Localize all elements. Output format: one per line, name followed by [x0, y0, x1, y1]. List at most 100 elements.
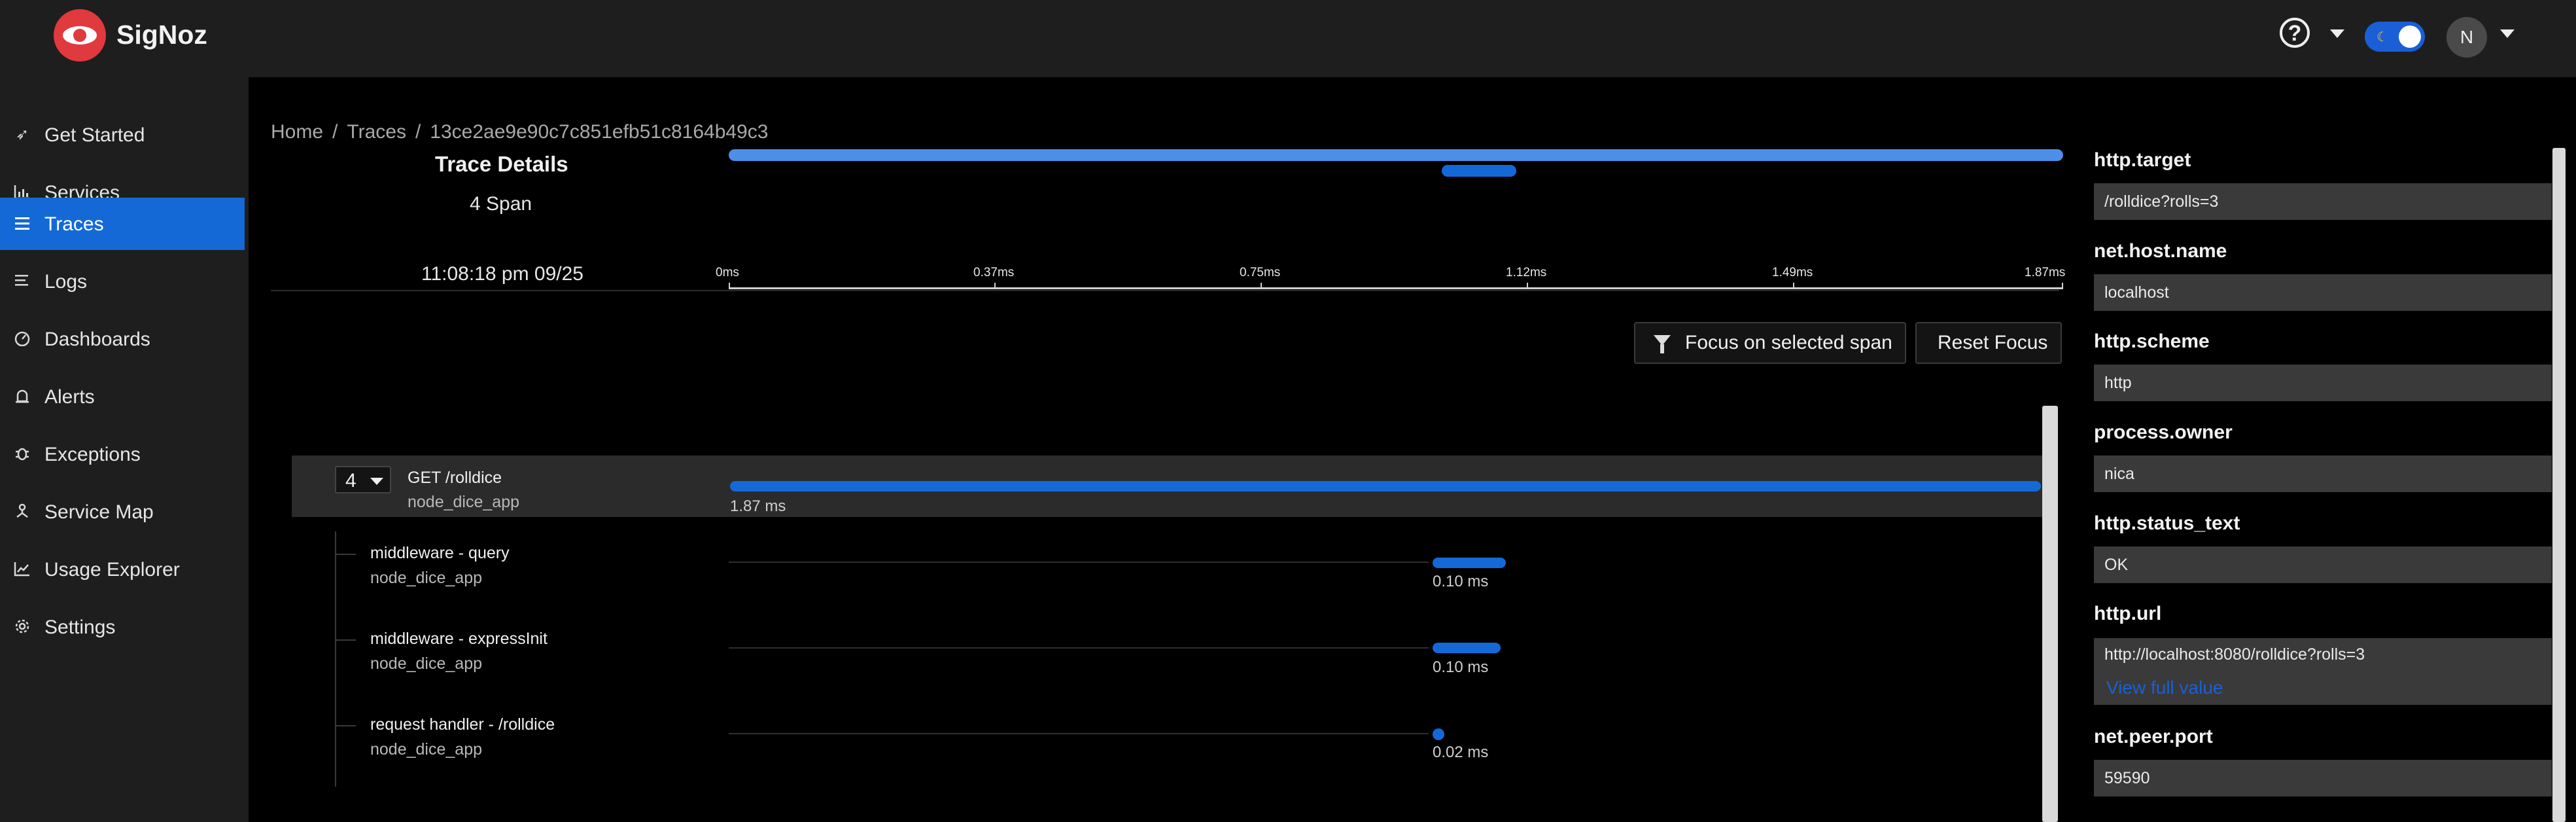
span-name[interactable]: middleware - query — [370, 544, 510, 563]
span-bar[interactable] — [1433, 643, 1501, 653]
attribute-key: net.host.name — [2094, 240, 2227, 262]
span-track — [729, 733, 1429, 734]
brand-name[interactable]: SigNoz — [116, 20, 207, 50]
span-duration: 0.10 ms — [1433, 658, 1489, 676]
attribute-value: nica — [2094, 456, 2552, 492]
span-duration: 1.87 ms — [730, 497, 786, 515]
dashboard-icon — [13, 331, 31, 348]
chevron-down-icon — [370, 478, 383, 485]
span-name: GET /rolldice — [408, 469, 502, 487]
span-bar-root[interactable] — [730, 481, 2041, 491]
bug-icon — [13, 446, 31, 463]
attribute-key: http.target — [2094, 149, 2191, 171]
attribute-key: http.status_text — [2094, 512, 2240, 534]
axis-tick — [2062, 283, 2063, 289]
axis-tick-label: 0ms — [716, 266, 739, 279]
page-title: Trace Details — [435, 152, 568, 176]
help-dropdown-chevron-icon[interactable] — [2330, 29, 2344, 38]
span-service: node_dice_app — [408, 493, 519, 511]
axis-tick — [1527, 283, 1528, 289]
span-name[interactable]: middleware - expressInit — [370, 630, 548, 649]
span-track — [729, 562, 1429, 563]
axis-tick-label: 0.37ms — [973, 266, 1015, 279]
span-count: 4 Span — [470, 193, 532, 215]
span-children-count-select[interactable]: 4 — [335, 466, 391, 493]
span-service: node_dice_app — [370, 569, 482, 587]
dark-mode-toggle[interactable]: ☾ — [2365, 22, 2425, 52]
sidebar: ➶ Get Started Services Traces Logs Dashb… — [0, 77, 249, 822]
sidebar-item-alerts[interactable]: Alerts — [0, 370, 245, 423]
axis-tick — [1793, 283, 1794, 289]
list-icon — [13, 273, 31, 290]
attribute-key: net.peer.port — [2094, 726, 2213, 747]
signoz-logo-icon[interactable] — [54, 9, 106, 62]
sidebar-item-exceptions[interactable]: Exceptions — [0, 428, 245, 480]
sidebar-item-label: Exceptions — [44, 444, 141, 465]
sidebar-item-label: Service Map — [44, 501, 154, 523]
sidebar-item-traces[interactable]: Traces — [0, 198, 245, 250]
gear-icon — [13, 618, 31, 635]
sidebar-item-label: Logs — [44, 271, 88, 293]
sidebar-item-get-started[interactable]: ➶ Get Started — [0, 109, 245, 161]
trace-start-time: 11:08:18 pm 09/25 — [421, 263, 583, 285]
tree-connector — [336, 554, 356, 555]
attribute-value: http — [2094, 365, 2552, 401]
sidebar-item-label: Traces — [44, 213, 104, 235]
alarm-icon — [13, 388, 31, 405]
rocket-icon: ➶ — [15, 126, 29, 143]
user-dropdown-chevron-icon[interactable] — [2500, 29, 2515, 38]
span-track — [729, 647, 1429, 649]
top-bar: SigNoz ? ☾ N — [0, 0, 2576, 77]
span-name[interactable]: request handler - /rolldice — [370, 715, 555, 734]
attribute-value: localhost — [2094, 274, 2552, 311]
focus-selected-span-button[interactable]: Focus on selected span — [1634, 322, 1906, 364]
avatar[interactable]: N — [2446, 17, 2487, 58]
span-duration: 0.02 ms — [1433, 743, 1489, 761]
sidebar-item-service-map[interactable]: Service Map — [0, 486, 245, 538]
sidebar-item-logs[interactable]: Logs — [0, 255, 245, 308]
axis-tick-label: 1.12ms — [1506, 266, 1547, 279]
span-bar[interactable] — [1433, 558, 1506, 568]
breadcrumb-traces[interactable]: Traces — [347, 121, 406, 143]
axis-tick — [1261, 283, 1262, 289]
reset-focus-button[interactable]: Reset Focus — [1915, 322, 2062, 364]
attribute-key: http.scheme — [2094, 331, 2210, 352]
reset-button-label: Reset Focus — [1938, 332, 2048, 353]
tree-connector — [335, 531, 336, 787]
axis-tick — [729, 283, 730, 289]
attribute-value: 59590 — [2094, 760, 2552, 796]
timeline-axis — [729, 287, 2063, 289]
sidebar-item-label: Settings — [44, 616, 116, 638]
sidebar-item-usage-explorer[interactable]: Usage Explorer — [0, 543, 245, 596]
span-service: node_dice_app — [370, 654, 482, 673]
attribute-key: process.owner — [2094, 421, 2233, 443]
question-circle-icon[interactable]: ? — [2280, 18, 2310, 48]
tree-connector — [336, 725, 356, 726]
attribute-value: /rolldice?rolls=3 — [2094, 183, 2552, 220]
attributes-scrollbar[interactable] — [2552, 148, 2566, 822]
moon-icon: ☾ — [2376, 30, 2388, 45]
axis-tick-label: 0.75ms — [1240, 266, 1281, 279]
sidebar-item-dashboards[interactable]: Dashboards — [0, 313, 245, 365]
sidebar-item-label: Usage Explorer — [44, 559, 180, 581]
mini-timeline-child-bar — [1442, 165, 1516, 177]
axis-tick — [994, 283, 996, 289]
sidebar-item-label: Dashboards — [44, 329, 150, 350]
focus-button-label: Focus on selected span — [1685, 332, 1892, 353]
sidebar-item-settings[interactable]: Settings — [0, 601, 245, 653]
filter-icon — [1654, 335, 1671, 353]
breadcrumb: Home / Traces/13ce2ae9e90c7c851efb51c8164b… — [271, 121, 769, 143]
tree-connector — [336, 639, 356, 641]
sidebar-item-label: Alerts — [44, 386, 95, 408]
axis-tick-label: 1.49ms — [1772, 266, 1813, 279]
attribute-key: http.url — [2094, 603, 2162, 624]
tree-scrollbar[interactable] — [2042, 406, 2058, 822]
span-duration: 0.10 ms — [1433, 573, 1489, 590]
deployment-icon — [13, 503, 31, 520]
breadcrumb-trace-id: 13ce2ae9e90c7c851efb51c8164b49c3 — [430, 121, 769, 143]
sidebar-item-label: Get Started — [44, 124, 145, 146]
breadcrumb-home[interactable]: Home — [271, 121, 323, 143]
menu-icon — [13, 215, 31, 232]
view-full-value-link[interactable]: View full value — [2106, 677, 2223, 698]
span-bar[interactable] — [1433, 728, 1444, 740]
